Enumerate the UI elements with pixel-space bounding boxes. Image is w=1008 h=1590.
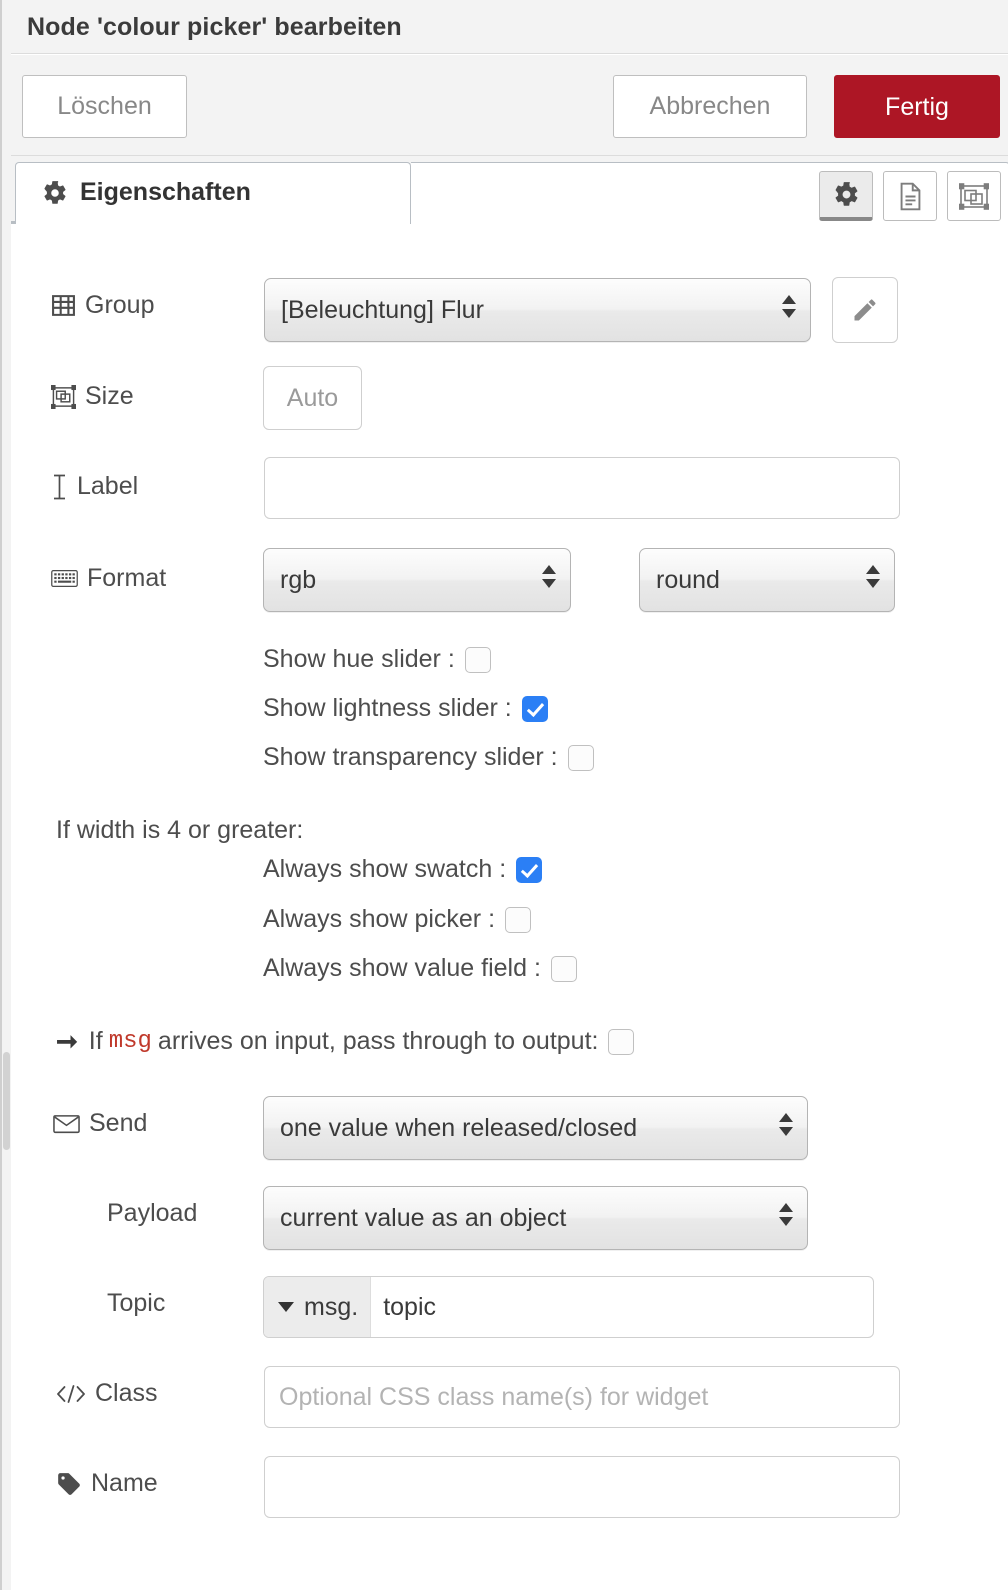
keyboard-icon xyxy=(51,569,78,588)
chevron-updown-icon xyxy=(542,565,556,595)
arrow-right-icon: ➞ xyxy=(56,1026,78,1056)
show-hue-slider-checkbox[interactable] xyxy=(464,646,491,673)
option-show-hue-slider-label: Show hue slider : xyxy=(263,645,455,673)
group-select[interactable]: [Beleuchtung] Flur xyxy=(264,278,811,342)
rounding-select[interactable]: round xyxy=(639,548,895,612)
dialog-tab-bar: Eigenschaften xyxy=(11,156,1008,224)
chevron-down-icon xyxy=(278,1302,294,1312)
name-label: Name xyxy=(56,1469,158,1498)
format-label: Format xyxy=(51,564,166,593)
object-group-icon xyxy=(51,384,76,409)
group-edit-button[interactable] xyxy=(832,277,898,343)
class-input[interactable] xyxy=(264,1366,900,1428)
chevron-updown-icon xyxy=(779,1203,793,1233)
tab-icon-properties[interactable] xyxy=(819,171,873,221)
topic-label: Topic xyxy=(107,1289,166,1317)
pencil-icon xyxy=(851,296,879,324)
done-button[interactable]: Fertig xyxy=(834,75,1000,138)
topic-typed-input[interactable]: msg. xyxy=(263,1276,874,1338)
group-label-text: Group xyxy=(85,291,155,319)
option-always-show-swatch[interactable]: Always show swatch : xyxy=(263,855,543,884)
group-select-value: [Beleuchtung] Flur xyxy=(281,296,484,324)
table-icon xyxy=(51,294,76,317)
width-section-heading: If width is 4 or greater: xyxy=(56,816,304,844)
tab-icon-group xyxy=(819,171,1001,221)
tab-properties-label: Eigenschaften xyxy=(80,178,251,206)
passthrough-checkbox[interactable] xyxy=(608,1028,635,1055)
format-label-text: Format xyxy=(87,564,167,592)
option-always-show-value-field-label: Always show value field : xyxy=(263,954,541,982)
option-show-hue-slider[interactable]: Show hue slider : xyxy=(263,645,491,674)
envelope-icon xyxy=(53,1114,80,1134)
option-show-lightness-slider[interactable]: Show lightness slider : xyxy=(263,694,548,723)
option-always-show-picker-label: Always show picker : xyxy=(263,905,496,933)
send-select-value: one value when released/closed xyxy=(280,1114,638,1142)
option-show-transparency-slider[interactable]: Show transparency slider : xyxy=(263,743,594,772)
format-select[interactable]: rgb xyxy=(263,548,571,612)
name-label-text: Name xyxy=(91,1469,158,1497)
tab-icon-appearance[interactable] xyxy=(947,171,1001,221)
label-input[interactable] xyxy=(264,457,900,519)
passthrough-row[interactable]: ➞ If msg arrives on input, pass through … xyxy=(56,1026,635,1057)
always-show-value-field-checkbox[interactable] xyxy=(550,955,577,982)
size-label: Size xyxy=(51,382,134,411)
option-always-show-swatch-label: Always show swatch : xyxy=(263,855,507,883)
dialog-titlebar: Node 'colour picker' bearbeiten xyxy=(11,0,1008,54)
chevron-updown-icon xyxy=(779,1113,793,1143)
topic-type-label: msg. xyxy=(304,1292,359,1321)
size-label-text: Size xyxy=(85,382,134,410)
label-label: Label xyxy=(51,472,138,501)
topic-type-selector[interactable]: msg. xyxy=(264,1277,372,1337)
option-always-show-value-field[interactable]: Always show value field : xyxy=(263,954,577,983)
chevron-updown-icon xyxy=(866,565,880,595)
name-input[interactable] xyxy=(264,1456,900,1518)
always-show-swatch-checkbox[interactable] xyxy=(516,856,543,883)
document-icon xyxy=(897,182,924,211)
always-show-picker-checkbox[interactable] xyxy=(505,906,532,933)
passthrough-suffix: arrives on input, pass through to output… xyxy=(157,1027,599,1055)
send-label: Send xyxy=(53,1109,147,1138)
size-button[interactable]: Auto xyxy=(263,366,362,430)
option-show-transparency-slider-label: Show transparency slider : xyxy=(263,743,558,771)
properties-form: Group [Beleuchtung] Flur Size Auto Label… xyxy=(11,224,1008,1590)
gear-icon xyxy=(42,180,68,206)
passthrough-prefix: If xyxy=(88,1027,103,1055)
payload-label: Payload xyxy=(107,1199,198,1227)
topic-value-input[interactable] xyxy=(371,1277,873,1337)
node-edit-dialog: Node 'colour picker' bearbeiten Löschen … xyxy=(0,0,1008,1590)
panel-scrollbar-thumb[interactable] xyxy=(3,1052,10,1150)
option-always-show-picker[interactable]: Always show picker : xyxy=(263,905,532,934)
tab-properties[interactable]: Eigenschaften xyxy=(15,162,411,224)
gear-icon xyxy=(833,181,860,208)
dialog-button-bar: Löschen Abbrechen Fertig xyxy=(11,55,1008,156)
delete-button[interactable]: Löschen xyxy=(22,75,187,138)
option-show-lightness-slider-label: Show lightness slider : xyxy=(263,694,512,722)
tab-icon-description[interactable] xyxy=(883,171,937,221)
rounding-select-value: round xyxy=(656,566,720,594)
text-cursor-icon xyxy=(51,474,68,500)
show-transparency-slider-checkbox[interactable] xyxy=(567,744,594,771)
label-label-text: Label xyxy=(77,472,139,500)
payload-select[interactable]: current value as an object xyxy=(263,1186,808,1250)
passthrough-keyword: msg xyxy=(108,1028,152,1055)
code-icon xyxy=(56,1384,86,1404)
chevron-updown-icon xyxy=(782,295,796,325)
object-group-icon xyxy=(959,182,989,210)
class-label-text: Class xyxy=(95,1379,158,1407)
send-label-text: Send xyxy=(89,1109,148,1137)
show-lightness-slider-checkbox[interactable] xyxy=(521,695,548,722)
send-select[interactable]: one value when released/closed xyxy=(263,1096,808,1160)
tag-icon xyxy=(56,1471,82,1497)
panel-scrollbar-track[interactable] xyxy=(2,0,11,1590)
payload-select-value: current value as an object xyxy=(280,1204,567,1232)
group-label: Group xyxy=(51,291,154,320)
cancel-button[interactable]: Abbrechen xyxy=(613,75,807,138)
dialog-title: Node 'colour picker' bearbeiten xyxy=(27,13,402,41)
format-select-value: rgb xyxy=(280,566,317,594)
class-label: Class xyxy=(56,1379,158,1408)
